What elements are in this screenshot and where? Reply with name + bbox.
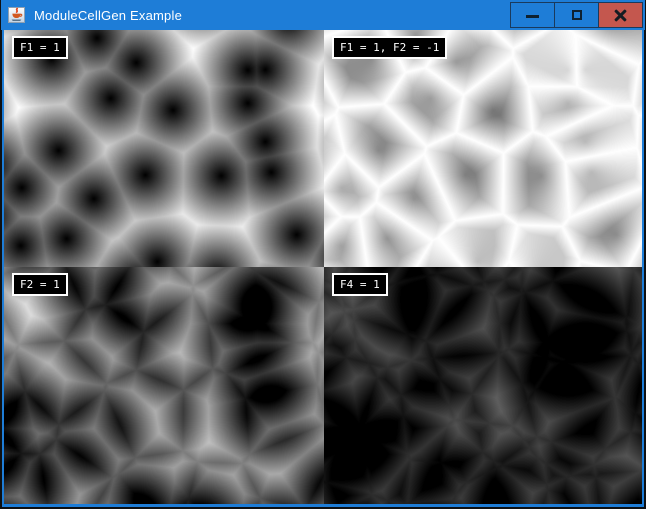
app-window: ModuleCellGen Example F1 = 1 F1 = 1, F2 … (0, 0, 646, 509)
window-controls (511, 2, 643, 28)
close-button[interactable] (598, 2, 643, 28)
noise-panel-f4: F4 = 1 (324, 267, 644, 505)
noise-canvas-f1 (4, 30, 324, 267)
minimize-icon (526, 15, 539, 18)
panel-label-f2: F2 = 1 (12, 273, 68, 296)
titlebar[interactable]: ModuleCellGen Example (1, 0, 645, 30)
noise-panel-f2: F2 = 1 (4, 267, 324, 505)
noise-panel-f1f2: F1 = 1, F2 = -1 (324, 30, 644, 267)
close-icon (614, 9, 627, 22)
panel-label-f1f2: F1 = 1, F2 = -1 (332, 36, 447, 59)
window-title: ModuleCellGen Example (34, 8, 511, 23)
maximize-icon (572, 10, 582, 20)
noise-grid: F1 = 1 F1 = 1, F2 = -1 F2 = 1 F4 = 1 (4, 30, 644, 505)
minimize-button[interactable] (510, 2, 555, 28)
noise-canvas-f2 (4, 267, 324, 505)
maximize-button[interactable] (554, 2, 599, 28)
panel-label-f1: F1 = 1 (12, 36, 68, 59)
java-coffee-cup-icon (8, 7, 25, 23)
panel-label-f4: F4 = 1 (332, 273, 388, 296)
noise-canvas-f1f2 (324, 30, 644, 267)
noise-canvas-f4 (324, 267, 644, 505)
noise-panel-f1: F1 = 1 (4, 30, 324, 267)
